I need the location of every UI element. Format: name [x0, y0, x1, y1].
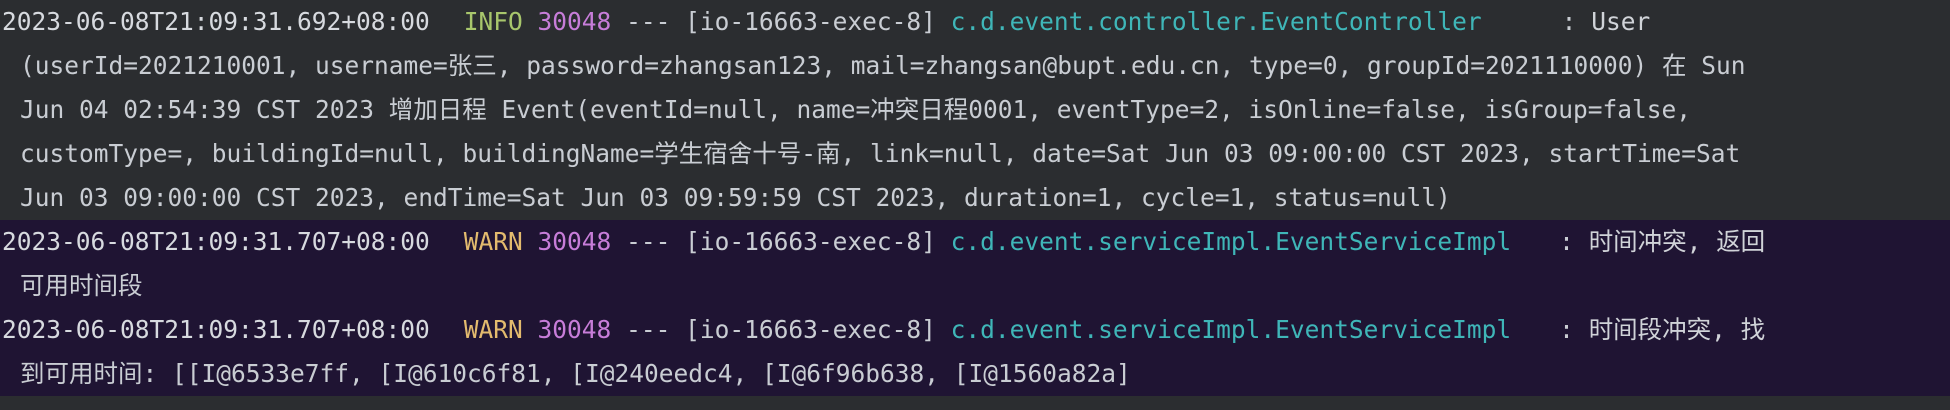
- log-logger-link[interactable]: c.d.event.serviceImpl.EventServiceImpl: [951, 227, 1512, 256]
- log-message: 时间冲突, 返回: [1588, 227, 1766, 256]
- log-timestamp: 2023-06-08T21:09:31.707+08:00: [2, 227, 430, 256]
- log-thread: [io-16663-exec-8]: [685, 227, 936, 256]
- log-colon: :: [1561, 7, 1577, 36]
- log-level: WARN: [463, 315, 523, 344]
- log-pid: 30048: [537, 315, 612, 344]
- log-entry-warn: 2023-06-08T21:09:31.707+08:00 WARN 30048 …: [0, 308, 1950, 396]
- log-level: INFO: [463, 7, 523, 36]
- log-message-continuation: 可用时间段: [20, 271, 143, 300]
- log-logger-link[interactable]: c.d.event.controller.EventController: [951, 7, 1482, 36]
- log-timestamp: 2023-06-08T21:09:31.707+08:00: [2, 315, 430, 344]
- log-entry-info: 2023-06-08T21:09:31.692+08:00 INFO 30048 …: [0, 0, 1950, 220]
- log-pid: 30048: [537, 227, 612, 256]
- log-message-continuation: Jun 03 09:00:00 CST 2023, endTime=Sat Ju…: [20, 183, 1451, 212]
- log-pid: 30048: [537, 7, 612, 36]
- log-message-continuation: 到可用时间: [[I@6533e7ff, [I@610c6f81, [I@240…: [20, 359, 1131, 388]
- log-console: 2023-06-08T21:09:31.692+08:00 INFO 30048 …: [0, 0, 1950, 410]
- log-message-continuation: Jun 04 02:54:39 CST 2023 增加日程 Event(even…: [20, 95, 1692, 124]
- log-colon: :: [1559, 227, 1574, 256]
- log-message-continuation: (userId=2021210001, username=张三, passwor…: [20, 51, 1746, 80]
- log-line: 2023-06-08T21:09:31.707+08:00 WARN 30048 …: [0, 220, 1950, 264]
- log-logger-link[interactable]: c.d.event.serviceImpl.EventServiceImpl: [951, 315, 1512, 344]
- log-message: 时间段冲突, 找: [1588, 315, 1766, 344]
- log-thread: [io-16663-exec-8]: [685, 7, 936, 36]
- log-line: 2023-06-08T21:09:31.692+08:00 INFO 30048 …: [0, 0, 1950, 44]
- log-message-continuation: customType=, buildingId=null, buildingNa…: [20, 139, 1741, 168]
- log-line: 2023-06-08T21:09:31.707+08:00 WARN 30048 …: [0, 308, 1950, 352]
- log-separator: ---: [626, 315, 671, 344]
- log-entry-warn: 2023-06-08T21:09:31.707+08:00 WARN 30048 …: [0, 220, 1950, 308]
- log-message: User: [1591, 7, 1651, 36]
- log-colon: :: [1559, 315, 1574, 344]
- log-level: WARN: [463, 227, 523, 256]
- log-thread: [io-16663-exec-8]: [685, 315, 936, 344]
- log-separator: ---: [626, 7, 671, 36]
- log-separator: ---: [626, 227, 671, 256]
- log-timestamp: 2023-06-08T21:09:31.692+08:00: [2, 7, 430, 36]
